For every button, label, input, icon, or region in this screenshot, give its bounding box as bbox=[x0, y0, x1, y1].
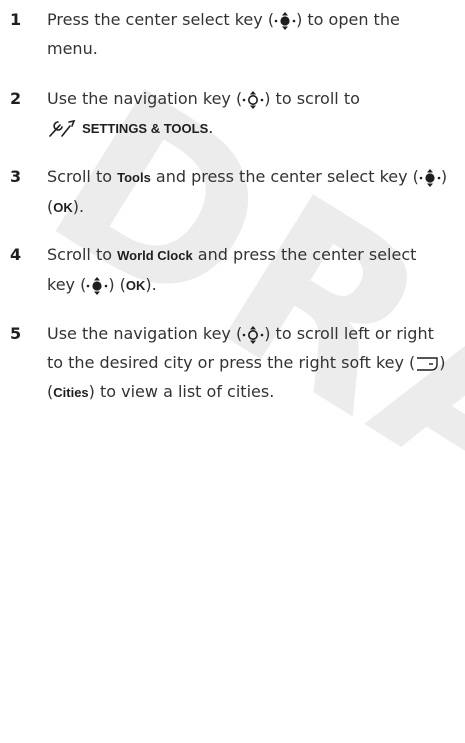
softkey-label: OK bbox=[125, 278, 146, 293]
step-text-segment: ) to scroll to bbox=[264, 89, 360, 108]
step-text: Use the navigation key ( ) to scroll left… bbox=[47, 319, 457, 407]
navigation-key-icon bbox=[242, 325, 264, 345]
step-number: 4 bbox=[10, 245, 22, 264]
step-text-segment: ) to view a list of cities. bbox=[88, 382, 275, 401]
step-text-segment: . bbox=[208, 118, 214, 137]
step-text-segment: Press the center select key ( bbox=[47, 10, 275, 29]
step-number: 3 bbox=[10, 167, 22, 186]
center-select-key-icon bbox=[419, 168, 441, 188]
step-text-segment: ) ( bbox=[108, 275, 126, 294]
step-text-segment: key ( bbox=[47, 275, 87, 294]
settings-tools-icon bbox=[47, 119, 77, 139]
step-number: 1 bbox=[10, 10, 22, 29]
step-text-segment: ). bbox=[72, 197, 85, 216]
center-select-key-icon bbox=[86, 276, 108, 296]
step-text-segment: and press the center select bbox=[192, 245, 417, 264]
step-text-segment: ) bbox=[439, 353, 446, 372]
menu-item-label: Tools bbox=[117, 170, 151, 185]
step-text: Scroll to Tools and press the center sel… bbox=[47, 162, 457, 222]
step-text-segment: Scroll to bbox=[47, 245, 118, 264]
step-text-segment: to the desired city or press the right s… bbox=[47, 353, 416, 372]
step-text-segment: ) to scroll left or right bbox=[264, 324, 434, 343]
step-text-segment: ) to open the bbox=[296, 10, 400, 29]
menu-label: SETTINGS & TOOLS bbox=[82, 121, 209, 136]
step-text-segment: ) bbox=[440, 167, 448, 186]
softkey-label: Cities bbox=[53, 385, 89, 400]
step-text-segment: and press the center select key ( bbox=[150, 167, 419, 186]
softkey-label: OK bbox=[53, 200, 73, 215]
navigation-key-icon bbox=[242, 90, 264, 110]
step-text-segment: ). bbox=[145, 275, 157, 294]
step-text-segment: Use the navigation key ( bbox=[47, 324, 243, 343]
step-text: Use the navigation key ( ) to scroll to S… bbox=[47, 84, 457, 143]
step-text-segment: Scroll to bbox=[47, 167, 118, 186]
menu-item-label: World Clock bbox=[117, 248, 193, 263]
right-soft-key-icon bbox=[415, 355, 439, 373]
step-text: Press the center select key ( ) to open t… bbox=[47, 5, 457, 63]
step-text-segment: Use the navigation key ( bbox=[47, 89, 243, 108]
center-select-key-icon bbox=[274, 11, 296, 31]
step-text: Scroll to World Clock and press the cent… bbox=[47, 240, 457, 300]
step-text-segment: menu. bbox=[47, 39, 98, 58]
step-number: 5 bbox=[10, 324, 22, 343]
step-number: 2 bbox=[10, 89, 22, 108]
